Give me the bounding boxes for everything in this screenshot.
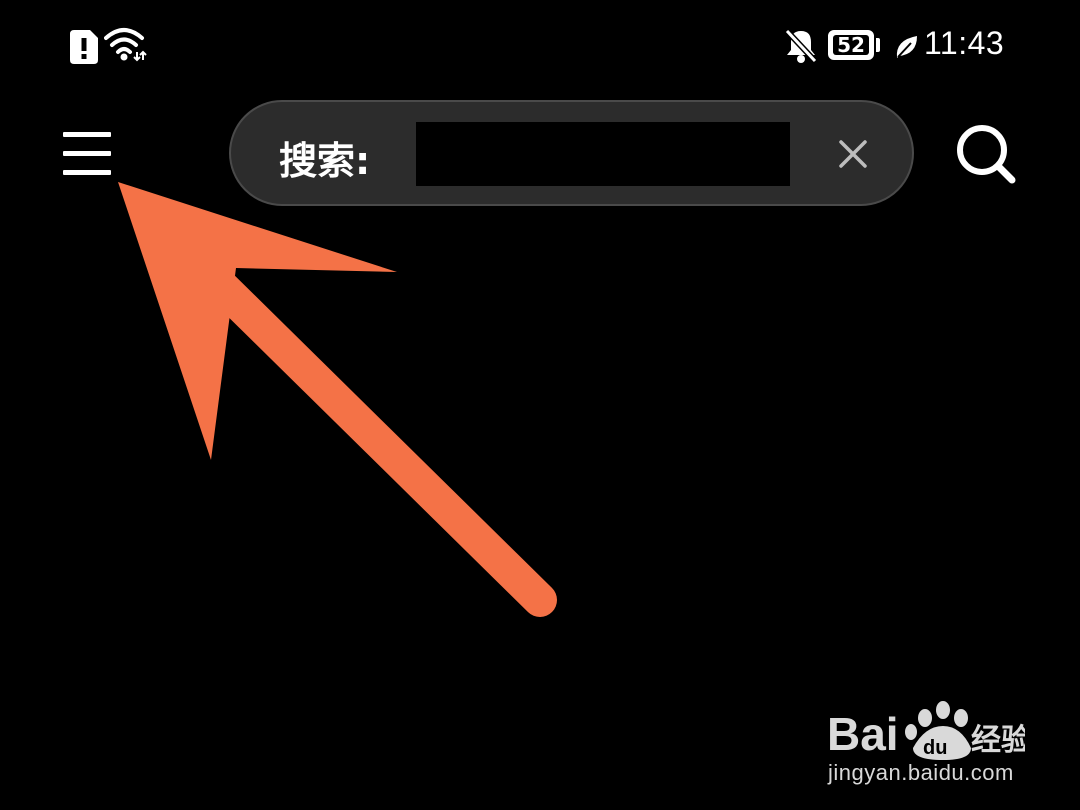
battery-icon: 52 [828, 30, 874, 60]
search-icon[interactable] [954, 122, 1016, 184]
clear-icon[interactable] [835, 136, 871, 172]
bell-mute-icon [784, 28, 818, 64]
menu-icon-line [63, 151, 111, 156]
menu-icon [63, 132, 111, 137]
leaf-icon [896, 36, 917, 58]
search-bar: 搜索: [229, 100, 914, 206]
menu-button[interactable] [58, 126, 116, 180]
clock: 11:43 [924, 25, 1005, 61]
watermark-url: jingyan.baidu.com [828, 760, 1014, 785]
battery-tip [876, 38, 880, 52]
svg-text:经验: 经验 [971, 723, 1025, 758]
battery-level: 52 [833, 33, 869, 57]
search-input[interactable] [416, 122, 790, 186]
svg-text:Bai: Bai [827, 708, 899, 760]
svg-text:du: du [923, 737, 947, 759]
wifi-icon [104, 28, 147, 62]
search-label: 搜索: [279, 139, 371, 183]
status-bar: 52 11:43 [0, 0, 1080, 90]
menu-icon-line [63, 170, 111, 175]
sim-alert-icon [70, 30, 98, 64]
